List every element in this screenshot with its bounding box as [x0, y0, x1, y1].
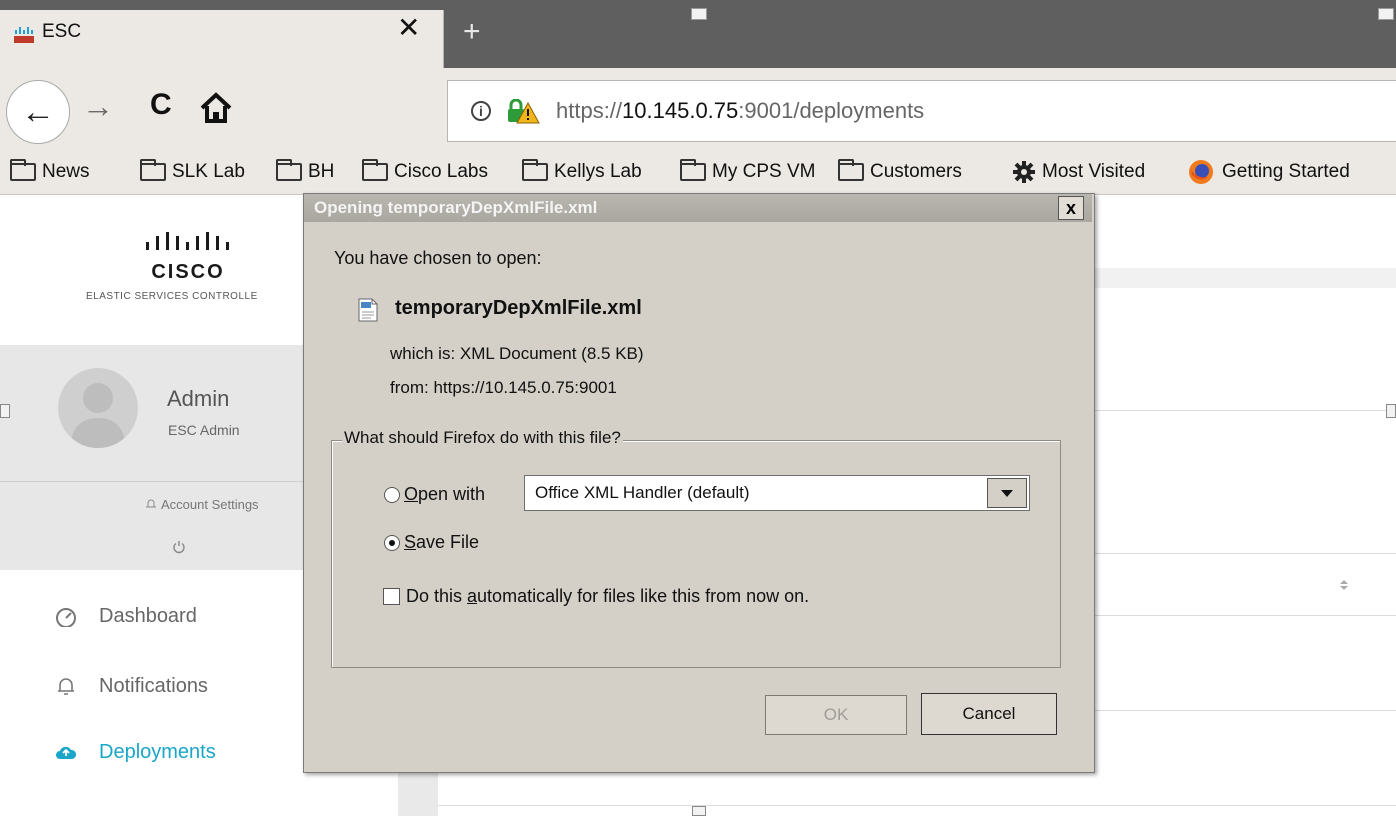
new-tab-button[interactable]: +: [463, 17, 481, 47]
xml-file-icon: [358, 298, 378, 322]
user-silhouette-icon: [70, 383, 126, 448]
window-resize-handle[interactable]: [0, 404, 10, 418]
cisco-logo: CISCO: [146, 232, 229, 283]
bookmark-slk-lab[interactable]: SLK Lab: [140, 158, 245, 186]
cancel-button[interactable]: Cancel: [921, 693, 1057, 735]
file-source-value: https://10.145.0.75:9001: [433, 378, 617, 397]
bookmark-most-visited[interactable]: Most Visited: [1012, 158, 1145, 186]
nav-label: Dashboard: [99, 604, 197, 627]
window-resize-handle[interactable]: [691, 8, 707, 20]
file-source-label: from:: [390, 378, 429, 397]
table-row-divider: [438, 805, 1396, 806]
bookmark-label: Customers: [870, 161, 962, 182]
chevron-down-icon[interactable]: [987, 478, 1027, 508]
folder-icon: [362, 159, 388, 181]
back-arrow-icon: ←: [21, 92, 55, 131]
insecure-lock-icon[interactable]: [506, 99, 540, 125]
file-type-label: which is:: [390, 344, 456, 363]
tab-title: ESC: [42, 21, 82, 42]
nav-label: Notifications: [99, 674, 208, 697]
bookmark-label: Getting Started: [1222, 161, 1350, 182]
save-file-label[interactable]: Save File: [404, 532, 479, 553]
bookmark-kellys-lab[interactable]: Kellys Lab: [522, 158, 642, 186]
bookmark-news[interactable]: News: [10, 158, 90, 186]
bell-outline-icon: [146, 499, 156, 508]
ok-button[interactable]: OK: [765, 695, 907, 735]
save-file-radio[interactable]: [384, 534, 400, 551]
dialog-title: Opening temporaryDepXmlFile.xml: [314, 198, 598, 217]
sort-icon[interactable]: [1338, 578, 1350, 592]
window-resize-handle[interactable]: [1378, 8, 1394, 20]
gear-icon: [1013, 161, 1035, 183]
avatar: [58, 368, 138, 448]
reload-button[interactable]: C: [150, 88, 172, 122]
info-icon[interactable]: i: [471, 101, 491, 121]
url-host: 10.145.0.75: [622, 98, 739, 123]
cloud-upload-icon: [56, 746, 77, 759]
power-icon[interactable]: [172, 540, 186, 554]
folder-icon: [276, 159, 302, 181]
nav-label: Deployments: [99, 740, 216, 763]
bookmark-cisco-labs[interactable]: Cisco Labs: [362, 158, 488, 186]
bookmark-my-cps-vm[interactable]: My CPS VM: [680, 158, 815, 186]
bell-icon: [58, 678, 74, 695]
file-type-value: XML Document (8.5 KB): [459, 344, 644, 363]
bookmark-label: News: [42, 161, 90, 182]
account-settings-link[interactable]: Account Settings: [145, 497, 259, 512]
url-text[interactable]: https://10.145.0.75:9001/deployments: [556, 98, 924, 124]
open-with-selected-value: Office XML Handler (default): [535, 483, 750, 502]
open-with-option[interactable]: Open with: [384, 484, 485, 505]
bookmark-bh[interactable]: BH: [276, 158, 334, 186]
open-with-radio[interactable]: [384, 486, 400, 503]
folder-icon: [10, 159, 36, 181]
bookmark-label: Most Visited: [1042, 161, 1146, 182]
bookmark-customers[interactable]: Customers: [838, 158, 962, 186]
folder-icon: [680, 159, 706, 181]
window-resize-handle[interactable]: [692, 806, 706, 816]
file-source-row: from: https://10.145.0.75:9001: [390, 378, 617, 398]
forward-button[interactable]: →: [82, 88, 114, 125]
folder-icon: [522, 159, 548, 181]
product-subtitle: ELASTIC SERVICES CONTROLLE: [86, 291, 258, 302]
bookmark-label: My CPS VM: [712, 161, 816, 182]
nav-notifications[interactable]: Notifications: [55, 670, 208, 702]
window-resize-handle[interactable]: [1386, 404, 1396, 418]
dialog-close-button[interactable]: x: [1058, 196, 1084, 220]
action-group-title: What should Firefox do with this file?: [342, 428, 623, 448]
dialog-prompt: You have chosen to open:: [334, 248, 542, 268]
auto-action-checkbox[interactable]: [383, 588, 400, 605]
account-settings-label: Account Settings: [161, 497, 259, 512]
firefox-icon: [1189, 160, 1213, 184]
close-tab-icon[interactable]: ✕: [397, 14, 420, 42]
folder-icon: [838, 159, 864, 181]
folder-icon: [140, 159, 166, 181]
user-name: Admin: [167, 386, 230, 411]
file-type-row: which is: XML Document (8.5 KB): [390, 344, 644, 364]
user-role: ESC Admin: [168, 422, 240, 438]
url-scheme: https://: [556, 98, 623, 123]
bookmark-label: SLK Lab: [172, 161, 245, 182]
back-button[interactable]: ←: [6, 80, 70, 144]
bookmark-label: Kellys Lab: [554, 161, 642, 182]
home-icon[interactable]: [198, 90, 234, 126]
nav-dashboard[interactable]: Dashboard: [55, 600, 197, 632]
url-path: :9001/deployments: [738, 98, 925, 123]
bookmark-getting-started[interactable]: Getting Started: [1188, 158, 1350, 186]
bookmark-label: BH: [308, 161, 335, 182]
logo-wordmark: CISCO: [151, 261, 224, 283]
bookmark-label: Cisco Labs: [394, 161, 488, 182]
auto-action-label[interactable]: Do this automatically for files like thi…: [406, 586, 809, 607]
file-name: temporaryDepXmlFile.xml: [395, 297, 642, 319]
cisco-favicon-icon: [14, 27, 34, 43]
open-with-label[interactable]: Open with: [404, 484, 485, 505]
save-file-option[interactable]: Save File: [384, 532, 479, 553]
dashboard-icon: [56, 608, 76, 627]
nav-deployments[interactable]: Deployments: [55, 736, 216, 768]
